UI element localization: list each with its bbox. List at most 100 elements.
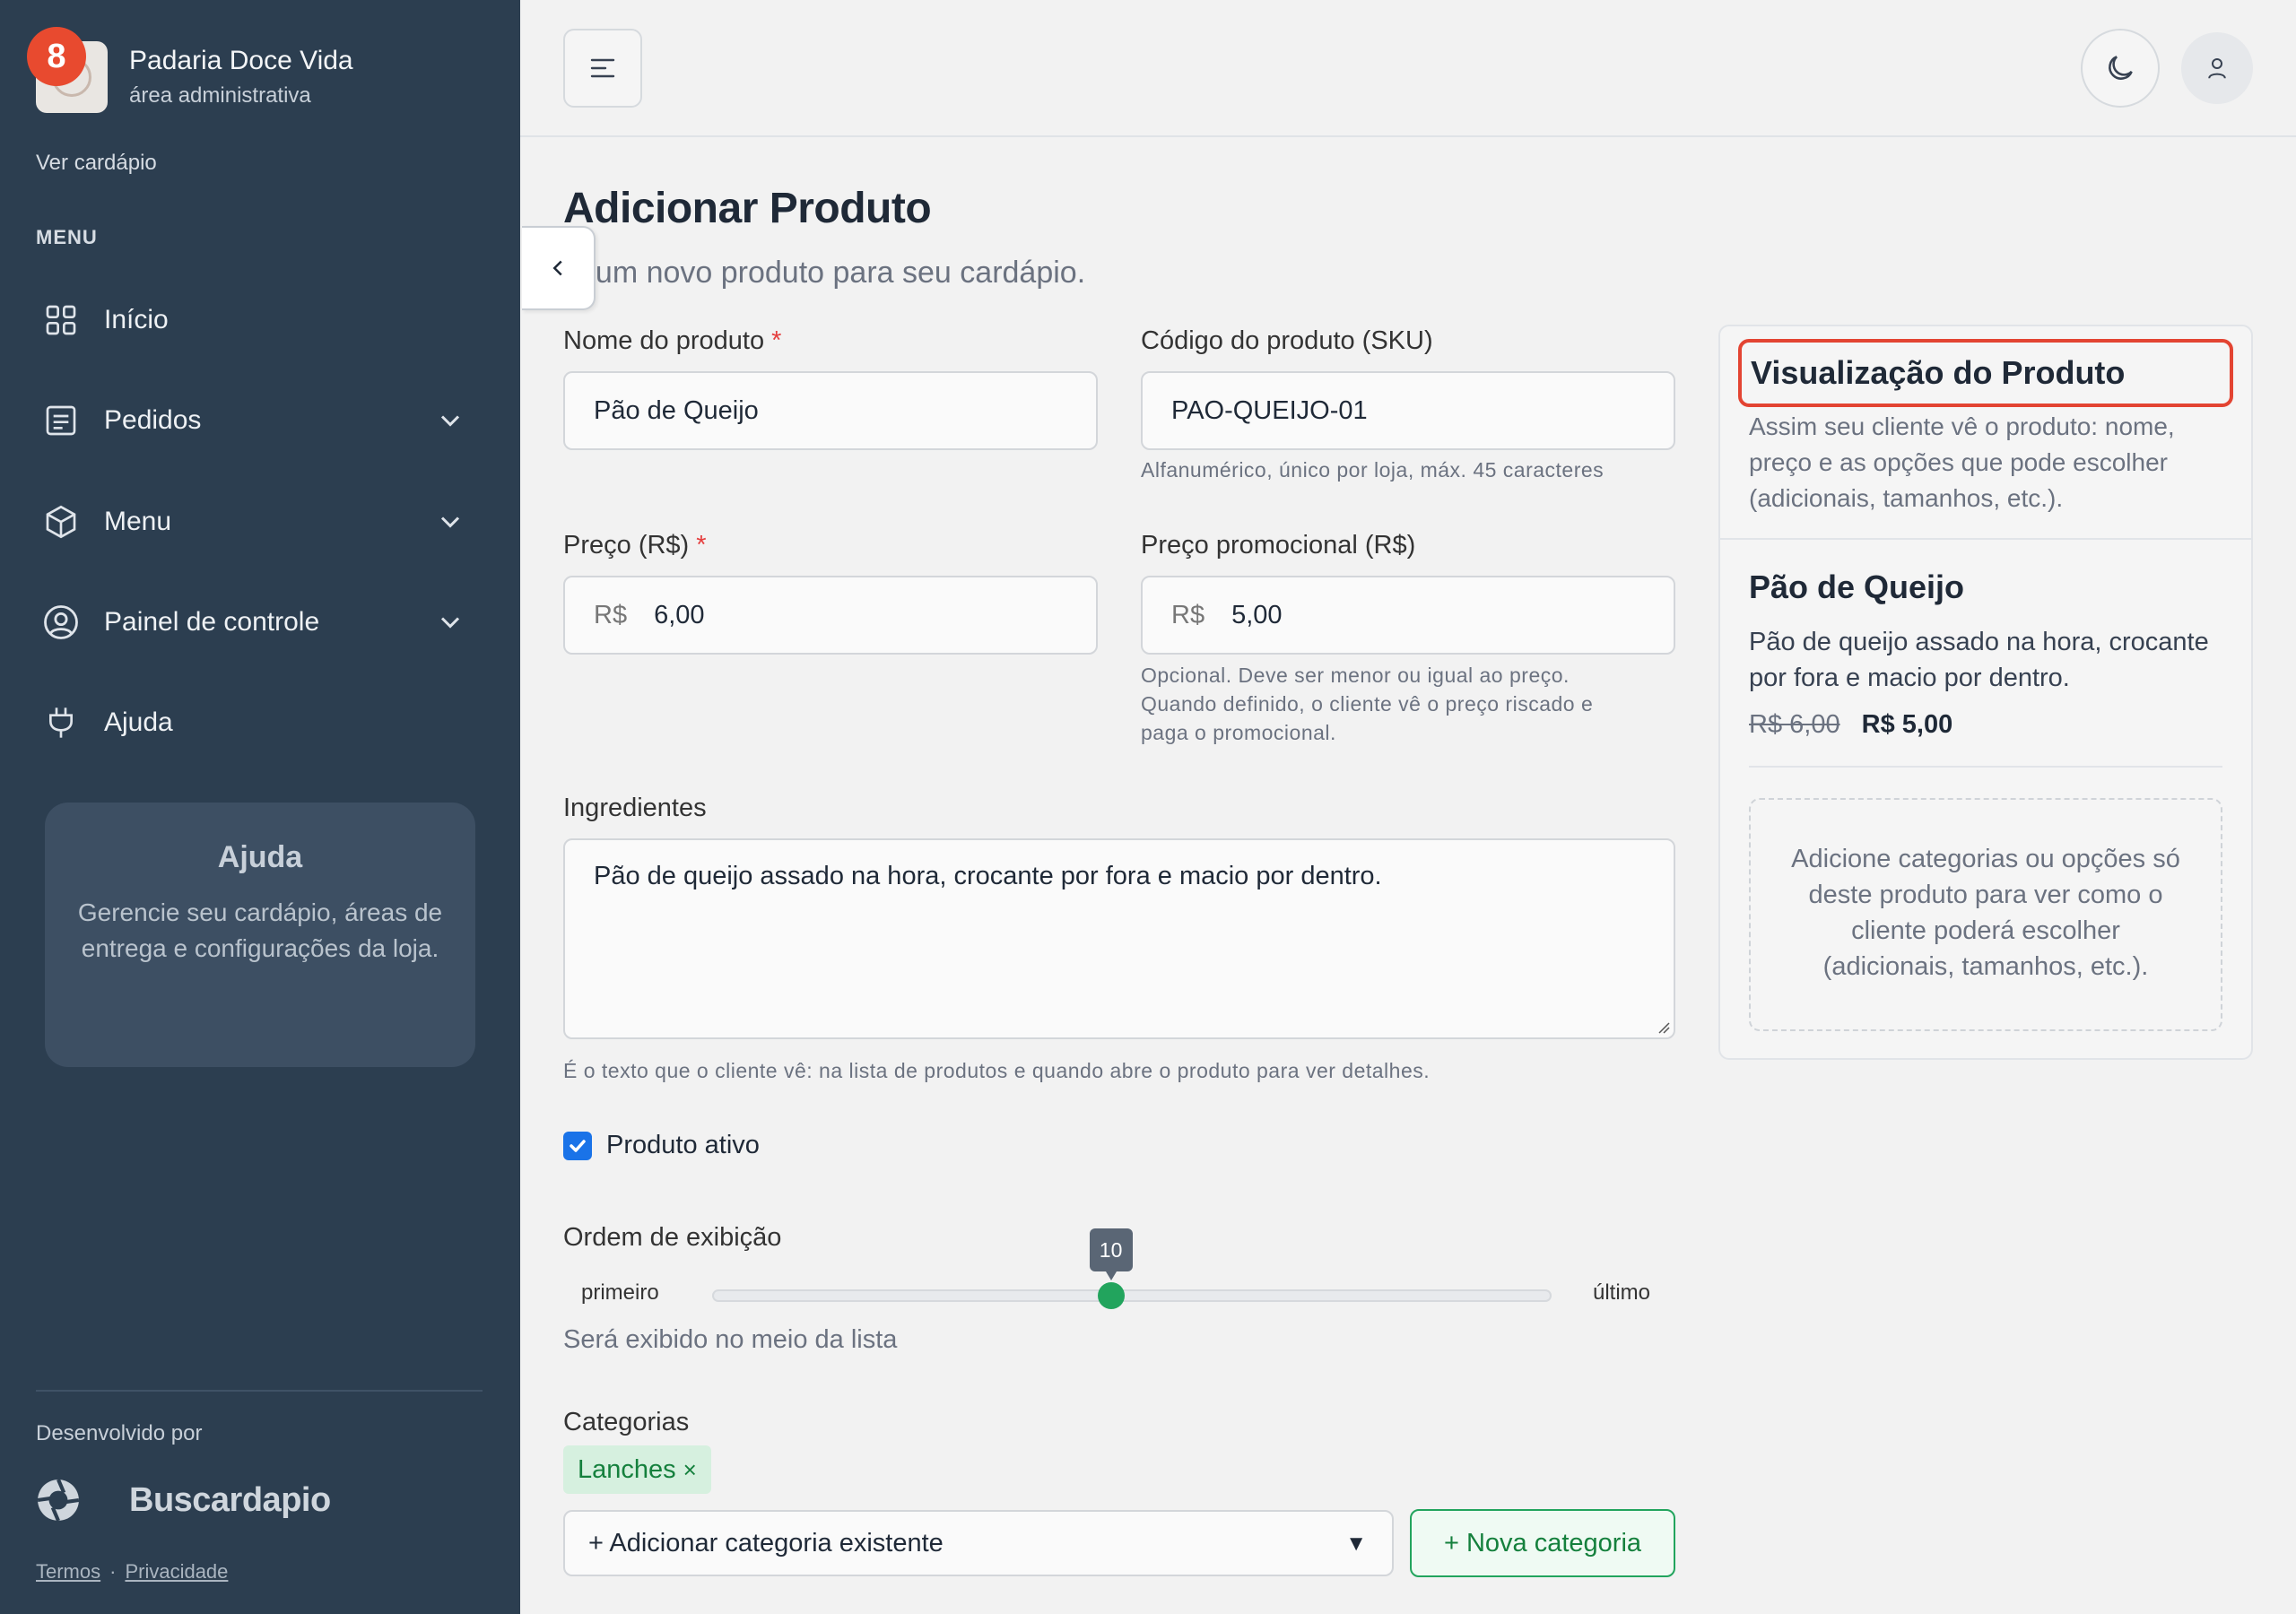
currency-prefix: R$ [1171,600,1205,629]
privacy-link[interactable]: Privacidade [125,1560,228,1583]
topbar [520,0,2296,137]
sku-value: PAO-QUEIJO-01 [1171,395,1368,425]
chevron-down-icon[interactable] [434,606,466,638]
chevron-down-icon[interactable] [434,506,466,538]
footer-separator: · [109,1560,117,1583]
preview-product-name: Pão de Queijo [1749,568,1965,605]
price-label: Preço (R$) * [563,531,707,560]
price-label-text: Preço (R$) [563,531,690,560]
sku-label: Código do produto (SKU) [1141,326,1433,355]
sidebar-item-ajuda[interactable]: Ajuda [36,691,466,754]
page-title: Adicionar Produto [563,185,932,232]
promo-price-input[interactable]: R$ 5,00 [1141,576,1675,655]
preview-old-price: R$ 6,00 [1749,710,1840,739]
sidebar-item-label: Início [104,305,169,334]
menu-toggle-button[interactable] [563,29,642,108]
price-input[interactable]: R$ 6,00 [563,576,1098,655]
display-order-note: Será exibido no meio da lista [563,1325,898,1354]
menu-section-heading: MENU [36,226,98,248]
footer-links: Termos · Privacidade [36,1560,228,1584]
help-card-text: Gerencie seu cardápio, áreas de entrega … [77,898,443,962]
user-circle-icon [36,597,86,647]
chevron-left-icon [552,260,562,276]
receipt-icon [36,395,86,446]
page-subtitle: ie um novo produto para seu cardápio. [563,256,1086,290]
collapse-sidebar-button[interactable] [522,226,596,310]
product-name-input[interactable]: Pão de Queijo [563,371,1098,450]
category-chip: Lanches × [563,1445,711,1494]
sidebar-item-pedidos[interactable]: Pedidos [36,389,466,452]
brand[interactable]: 8 Padaria Doce Vida área administrativa [27,27,353,113]
brand-text: Padaria Doce Vida área administrativa [129,46,353,108]
sidebar-item-label: Painel de controle [104,607,320,637]
new-category-button[interactable]: + Nova categoria [1410,1509,1675,1577]
sidebar-item-label: Menu [104,507,172,536]
display-order-slider-track[interactable] [712,1289,1552,1302]
required-mark: * [771,326,782,355]
menu-lines-icon [590,58,615,78]
ingredients-hint: É o texto que o cliente vê: na lista de … [563,1059,1431,1082]
dropdown-arrow-icon: ▼ [1345,1532,1367,1556]
promo-price-hint: Opcional. Deve ser menor ou igual ao pre… [1141,661,1593,747]
user-menu-button[interactable] [2181,32,2253,104]
help-card: Ajuda Gerencie seu cardápio, áreas de en… [45,803,475,1067]
checkmark-icon [570,1140,586,1152]
ingredients-textarea[interactable]: Pão de queijo assado na hora, crocante p… [563,838,1675,1039]
resize-grip-icon[interactable] [1656,1020,1670,1034]
developer-brand-name: Buscardapio [129,1480,331,1519]
terms-link[interactable]: Termos [36,1560,100,1583]
product-preview-panel: Visualização do Produto Assim seu client… [1718,325,2253,1060]
product-name-label: Nome do produto * [563,326,781,356]
moon-icon [2109,56,2133,80]
currency-prefix: R$ [594,600,628,629]
aperture-icon [36,1475,108,1525]
sku-input[interactable]: PAO-QUEIJO-01 [1141,371,1675,450]
preview-divider [1749,766,2222,768]
product-active-label[interactable]: Produto ativo [606,1131,760,1160]
preview-divider [1720,538,2251,540]
view-menu-link[interactable]: Ver cardápio [36,151,157,176]
sidebar-divider [36,1390,483,1392]
select-placeholder: + Adicionar categoria existente [588,1528,944,1558]
display-order-slider-thumb[interactable] [1097,1282,1125,1309]
categories-label: Categorias [563,1408,690,1436]
notification-badge: 8 [27,27,86,86]
display-order-label: Ordem de exibição [563,1223,782,1252]
store-logo: 8 [27,27,108,113]
promo-hint-line: Opcional. Deve ser menor ou igual ao pre… [1141,664,1570,687]
add-existing-category-select[interactable]: + Adicionar categoria existente ▼ [563,1510,1394,1576]
slider-min-label: primeiro [581,1280,659,1305]
plug-icon [36,698,86,748]
sidebar-item-painel-de-controle[interactable]: Painel de controle [36,591,466,654]
sidebar-item-label: Pedidos [104,405,202,435]
chevron-down-icon[interactable] [434,404,466,437]
sidebar-item-inicio[interactable]: Início [36,289,466,351]
preview-description: Assim seu cliente vê o produto: nome, pr… [1749,412,2175,512]
product-name-value: Pão de Queijo [594,395,759,425]
preview-new-price: R$ 5,00 [1861,710,1953,739]
developed-by-label: Desenvolvido por [36,1421,203,1445]
required-mark: * [696,531,707,560]
promo-hint-line: Quando definido, o cliente vê o preço ri… [1141,692,1594,716]
box-icon [36,497,86,547]
promo-price-value: 5,00 [1231,600,1283,629]
promo-hint-line: paga o promocional. [1141,721,1336,744]
remove-chip-button[interactable]: × [683,1456,697,1484]
user-icon [2208,58,2226,79]
theme-toggle-button[interactable] [2081,29,2160,108]
ingredients-value: Pão de queijo assado na hora, crocante p… [594,862,1382,890]
sidebar-item-menu[interactable]: Menu [36,490,466,553]
slider-max-label: último [1593,1280,1651,1305]
sidebar: 8 Padaria Doce Vida área administrativa … [0,0,520,1614]
help-card-title: Ajuda [217,840,303,874]
price-value: 6,00 [654,600,705,629]
developer-logo[interactable]: Buscardapio [36,1475,331,1525]
sku-hint: Alfanumérico, único por loja, máx. 45 ca… [1141,458,1605,482]
product-active-checkbox[interactable] [563,1132,592,1160]
preview-title: Visualização do Produto [1738,339,2233,407]
preview-prices: R$ 6,00 R$ 5,00 [1749,710,1952,740]
store-name: Padaria Doce Vida [129,46,353,75]
grid-icon [36,295,86,345]
preview-empty-options: Adicione categorias ou opções só deste p… [1749,798,2222,1031]
category-chip-label: Lanches [578,1454,676,1484]
